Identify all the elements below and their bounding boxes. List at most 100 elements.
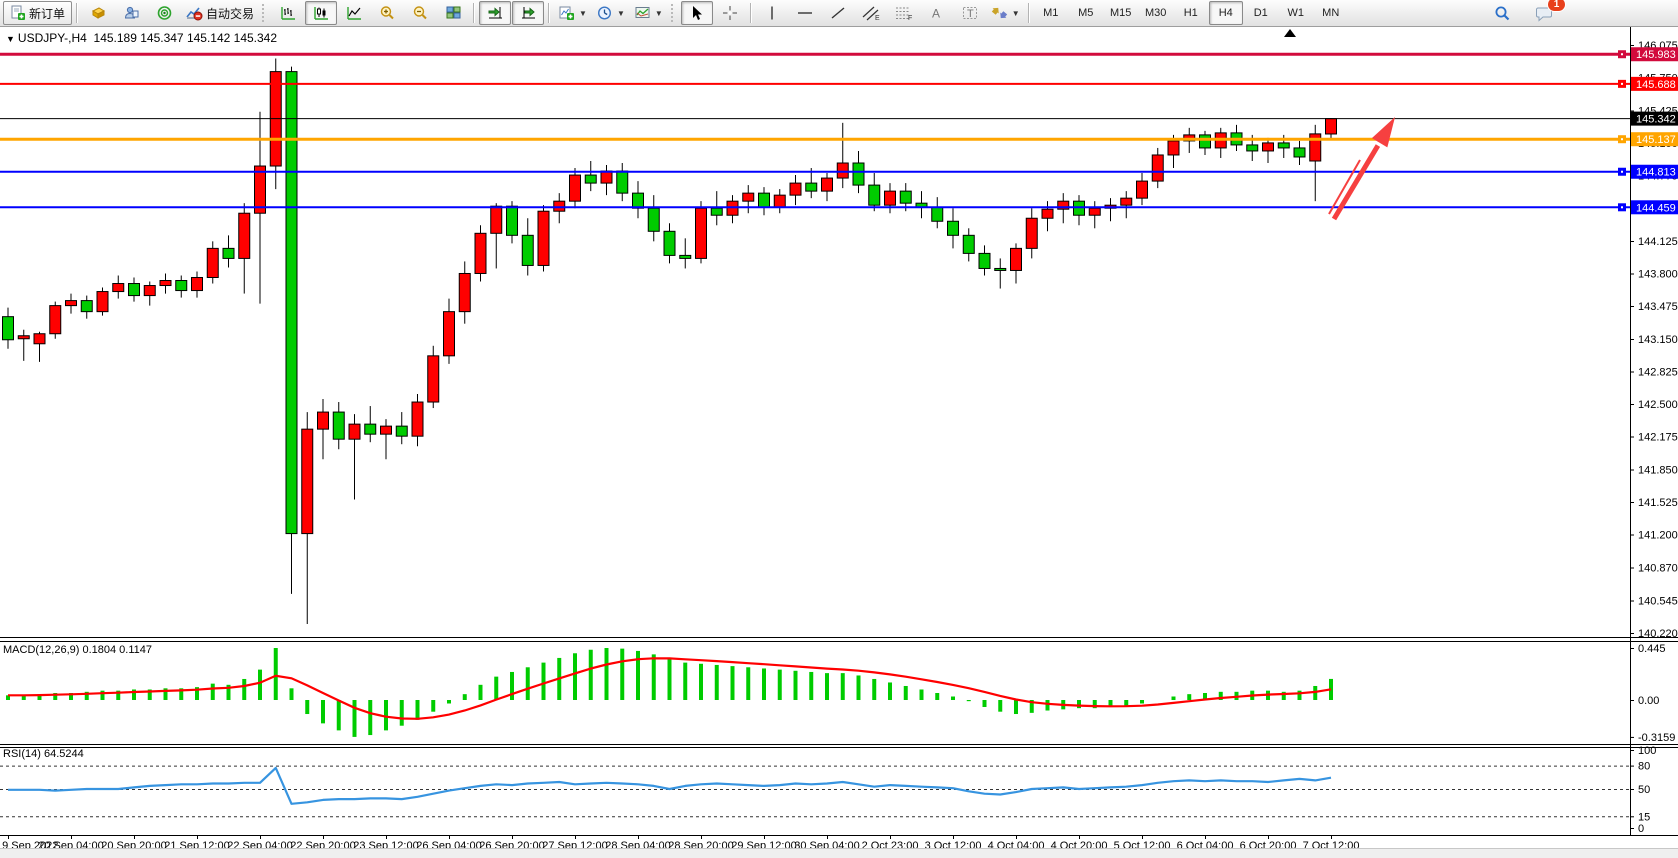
candle-bearish [286,72,297,534]
candlestick-mode-button[interactable] [305,1,337,25]
price-tick-label: 144.125 [1638,236,1678,248]
candle-bearish [3,317,14,340]
candle-bullish [34,334,45,344]
timeframe-h4-button[interactable]: H4 [1209,1,1243,25]
candle-bearish [948,221,959,235]
candle-bullish [1011,248,1022,270]
timeframe-mn-button[interactable]: MN [1314,1,1348,25]
timeframe-m5-button[interactable]: M5 [1069,1,1103,25]
price-tick-label: 142.500 [1638,399,1678,411]
candle-bullish [1263,143,1274,151]
templates-button[interactable]: ▼ [630,1,667,25]
svg-text:A: A [932,7,940,21]
equidistant-channel-icon: E [861,5,881,21]
rsi-axis[interactable]: 1008050150 [0,745,1656,835]
svg-text:F: F [908,15,912,21]
indicators-button[interactable]: ▼ [554,1,591,25]
text-label-tool-button[interactable]: T [954,1,986,25]
price-tick-label: 140.870 [1638,563,1678,575]
candle-bullish [538,211,549,265]
chart-title: ▼USDJPY-,H4 145.189 145.347 145.142 145.… [6,31,277,45]
timeframe-m1-button[interactable]: M1 [1034,1,1068,25]
macd-tick-label: 0.445 [1638,643,1666,655]
trendline-icon [829,5,847,21]
candle-bullish [97,292,108,312]
chart-shift-icon [520,5,537,21]
bar-chart-icon [280,5,297,21]
vertical-line-tool-button[interactable] [756,1,788,25]
candle-bearish [522,235,533,265]
bar-chart-mode-button[interactable] [272,1,304,25]
crosshair-icon [722,5,738,21]
fibonacci-tool-button[interactable]: F [888,1,920,25]
svg-text:T: T [967,8,974,20]
candle-bearish [1278,143,1289,148]
candle-bearish [806,183,817,191]
price-tick-label: 143.475 [1638,301,1678,313]
candle-bullish [601,171,612,183]
zoom-in-icon [379,5,396,21]
zoom-in-button[interactable] [371,1,403,25]
timeframe-m30-button[interactable]: M30 [1139,1,1173,25]
candle-bullish [192,277,203,290]
market-watch-icon [90,5,107,21]
price-axis[interactable]: 146.075145.750145.425145.100144.775144.4… [1630,40,1678,640]
candle-bearish [585,175,596,183]
autotrading-button[interactable]: 自动交易 [181,1,258,25]
chart-symbol-period: USDJPY-,H4 [18,31,87,45]
chevron-down-icon: ▼ [617,9,625,18]
navigator-button[interactable] [148,1,180,25]
timeframe-w1-button[interactable]: W1 [1279,1,1313,25]
text-tool-button[interactable]: A [921,1,953,25]
price-tag-label: 145.342 [1636,114,1676,126]
candle-bullish [66,301,77,306]
equidistant-channel-tool-button[interactable]: E [855,1,887,25]
auto-scroll-button[interactable] [479,1,511,25]
timeframe-m15-button[interactable]: M15 [1104,1,1138,25]
chart-canvas[interactable]: 146.075145.750145.425145.100144.775144.4… [0,27,1678,857]
line-handle-dot [1621,138,1623,140]
periods-button[interactable]: ▼ [592,1,629,25]
macd-tick-label: -0.3159 [1638,732,1675,744]
trendline-tool-button[interactable] [822,1,854,25]
cursor-tool-button[interactable] [681,1,713,25]
chart-shift-marker[interactable] [1284,29,1296,37]
candle-bullish [1168,141,1179,155]
macd-axis[interactable]: 0.4450.00-0.3159 [1630,643,1675,744]
chart-title-marker-icon: ▼ [6,34,15,44]
price-tag-label: 145.983 [1636,49,1676,61]
horizontal-line-icon [796,5,814,21]
trend-arrow-annotation[interactable] [1329,117,1395,219]
candle-bearish [507,206,518,235]
zoom-out-button[interactable] [404,1,436,25]
candle-bullish [790,183,801,195]
toolbar-separator [76,3,78,23]
timeframe-h1-button[interactable]: H1 [1174,1,1208,25]
new-order-icon [10,5,26,21]
price-tick-label: 140.545 [1638,595,1678,607]
arrows-tool-button[interactable]: ▼ [987,1,1024,25]
candle-bearish [129,284,140,296]
vertical-line-icon [765,5,779,21]
trend-arrow-head[interactable] [1372,117,1395,147]
notifications-button[interactable]: 1 [1528,1,1560,25]
line-chart-mode-button[interactable] [338,1,370,25]
timeframe-d1-button[interactable]: D1 [1244,1,1278,25]
macd-panel [8,648,1331,737]
data-window-button[interactable] [115,1,147,25]
tile-windows-button[interactable] [437,1,469,25]
horizontal-line-tool-button[interactable] [789,1,821,25]
cursor-icon [689,5,704,21]
market-watch-button[interactable] [82,1,114,25]
text-label-icon: T [961,5,979,21]
candle-bullish [1089,208,1100,215]
crosshair-tool-button[interactable] [714,1,746,25]
search-button[interactable] [1486,1,1518,25]
candle-bearish [995,268,1006,270]
toolbar-grip [671,4,677,22]
candle-bullish [459,273,470,311]
new-order-button[interactable]: 新订单 [3,1,72,25]
price-tag-label: 145.137 [1636,134,1676,146]
candle-bullish [491,206,502,233]
chart-shift-button[interactable] [512,1,544,25]
